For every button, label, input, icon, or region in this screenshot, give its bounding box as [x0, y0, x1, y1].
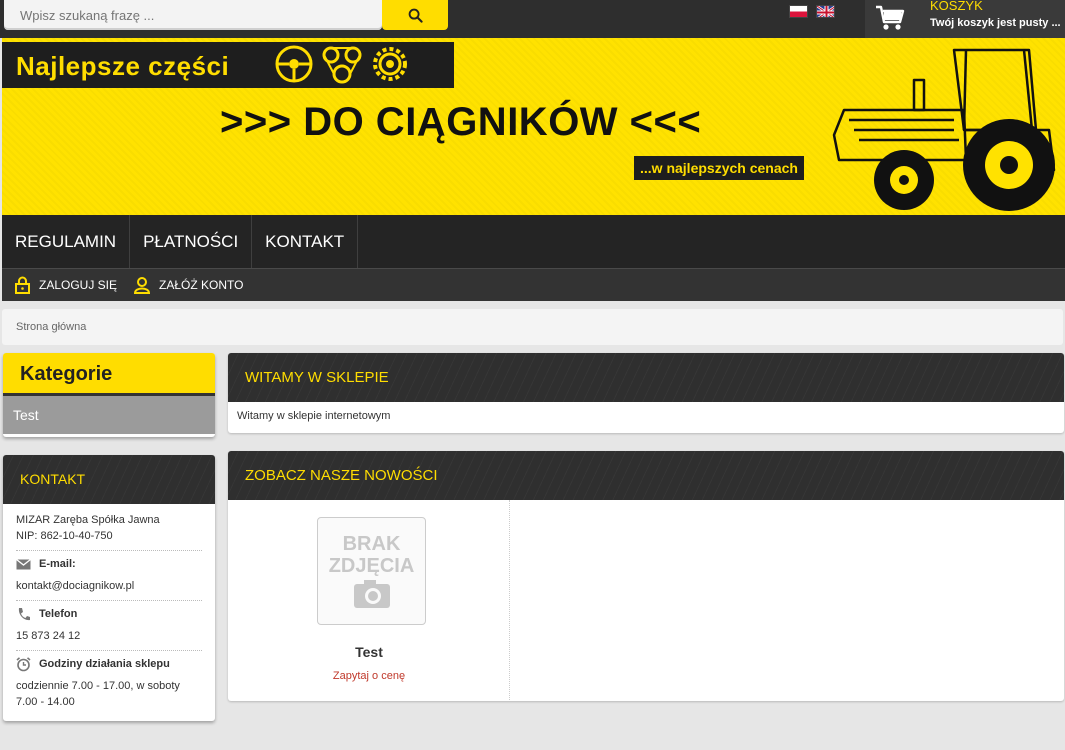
envelope-icon	[16, 558, 31, 569]
header-banner[interactable]: Najlepsze części >>> DO CIĄGNIKÓW <<< ..…	[2, 38, 1065, 215]
timing-belt-icon	[322, 46, 362, 84]
contact-nip: NIP: 862-10-40-750	[16, 530, 113, 542]
register-link[interactable]: ZAŁÓŻ KONTO	[133, 276, 244, 294]
categories-title: Kategorie	[3, 353, 215, 396]
alarm-clock-icon	[16, 656, 31, 671]
banner-subline: ...w najlepszych cenach	[634, 156, 804, 180]
search-button[interactable]	[382, 0, 448, 30]
contact-title: KONTAKT	[3, 455, 215, 504]
phone-label: Telefon	[39, 608, 78, 620]
divider	[16, 650, 202, 651]
cart-widget[interactable]: KOSZYK Twój koszyk jest pusty ...	[865, 0, 1065, 38]
hours-label: Godziny działania sklepu	[39, 658, 170, 670]
main-nav: REGULAMIN PŁATNOŚCI KONTAKT	[2, 215, 1065, 268]
breadcrumb: Strona główna	[2, 309, 1063, 345]
product-name[interactable]: Test	[228, 644, 510, 660]
nav-regulamin[interactable]: REGULAMIN	[2, 215, 131, 268]
lock-icon	[15, 276, 30, 294]
parts-icons	[274, 44, 410, 84]
nav-platnosci[interactable]: PŁATNOŚCI	[130, 215, 253, 268]
gear-icon	[373, 47, 407, 81]
account-bar: ZALOGUJ SIĘ ZAŁÓŻ KONTO	[2, 268, 1065, 301]
category-item-test[interactable]: Test	[3, 396, 215, 434]
breadcrumb-home[interactable]: Strona główna	[16, 321, 86, 333]
news-panel: ZOBACZ NASZE NOWOŚCI BRAK ZDJĘCIA Test Z…	[228, 451, 1064, 701]
language-switcher	[789, 5, 835, 18]
flag-en-icon[interactable]	[816, 5, 835, 18]
phone-icon	[18, 607, 30, 620]
contact-phone: 15 873 24 12	[16, 630, 81, 642]
top-bar: KOSZYK Twój koszyk jest pusty ...	[0, 0, 1065, 38]
nav-kontakt[interactable]: KONTAKT	[252, 215, 359, 268]
banner-tagline: Najlepsze części	[16, 51, 230, 81]
hours-label-row: Godziny działania sklepu	[16, 656, 202, 672]
welcome-panel: WITAMY W SKLEPIE Witamy w sklepie intern…	[228, 353, 1064, 433]
search-icon	[408, 8, 423, 23]
contact-email[interactable]: kontakt@dociagnikow.pl	[16, 578, 202, 594]
contact-hours: codziennie 7.00 - 17.00, w soboty 7.00 -…	[16, 680, 180, 708]
banner-headline: >>> DO CIĄGNIKÓW <<<	[220, 100, 702, 144]
phone-label-row: Telefon	[16, 606, 202, 622]
cart-icon	[876, 5, 905, 30]
login-link[interactable]: ZALOGUJ SIĘ	[14, 276, 117, 294]
user-icon	[134, 277, 151, 294]
welcome-text: Witamy w sklepie internetowym	[237, 410, 391, 422]
product-card: BRAK ZDJĘCIA Test Zapytaj o cenę	[228, 500, 510, 700]
email-label-row: E-mail:	[16, 556, 202, 572]
no-photo-text-1: BRAK	[343, 533, 401, 555]
register-label: ZAŁÓŻ KONTO	[159, 278, 244, 292]
search-input[interactable]	[4, 0, 382, 30]
cart-status: Twój koszyk jest pusty ...	[930, 17, 1061, 29]
flag-pl-icon[interactable]	[789, 5, 808, 18]
contact-box: KONTAKT MIZAR Zaręba Spółka Jawna NIP: 8…	[3, 455, 215, 721]
product-image[interactable]: BRAK ZDJĘCIA	[317, 517, 426, 625]
search-box	[4, 0, 382, 30]
cart-title: KOSZYK	[930, 0, 983, 13]
steering-wheel-icon	[275, 45, 313, 83]
contact-company: MIZAR Zaręba Spółka Jawna	[16, 514, 160, 526]
tractor-icon	[832, 48, 1056, 211]
categories-box: Kategorie Test	[3, 353, 215, 437]
divider	[16, 600, 202, 601]
welcome-title: WITAMY W SKLEPIE	[228, 353, 1064, 402]
no-photo-text-2: ZDJĘCIA	[329, 555, 415, 577]
login-label: ZALOGUJ SIĘ	[39, 278, 118, 292]
ask-price-link[interactable]: Zapytaj o cenę	[228, 670, 510, 682]
divider	[16, 550, 202, 551]
news-title: ZOBACZ NASZE NOWOŚCI	[228, 451, 1064, 500]
no-photo-icon: BRAK ZDJĘCIA	[329, 533, 415, 608]
email-label: E-mail:	[39, 558, 76, 570]
